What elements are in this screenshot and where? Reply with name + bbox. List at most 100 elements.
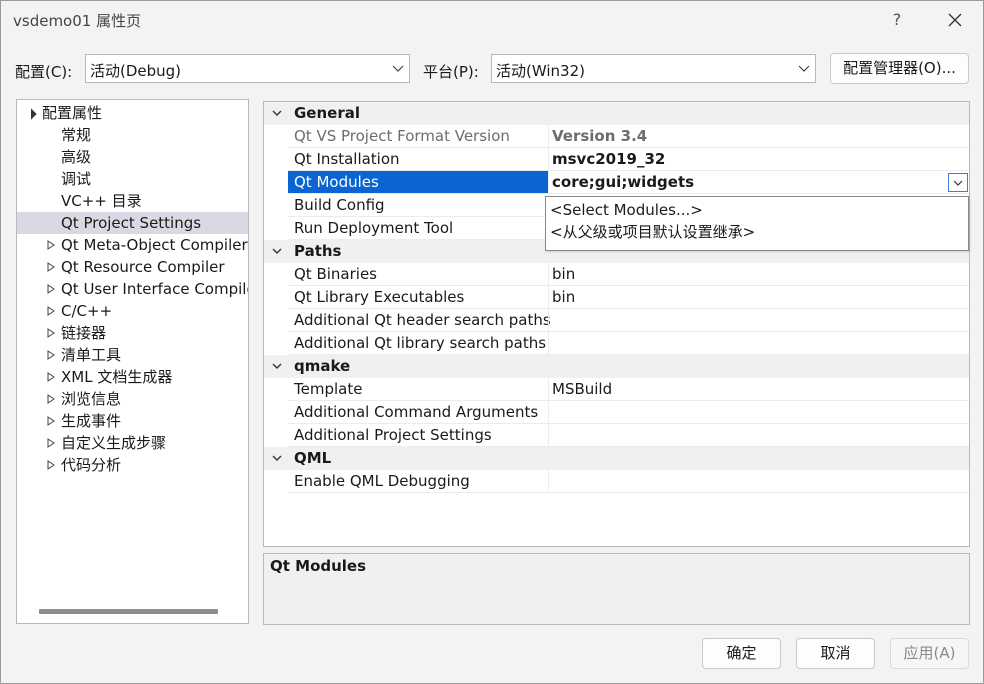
- cancel-button[interactable]: 取消: [796, 638, 875, 669]
- category-name: General: [294, 104, 360, 122]
- tree-item-c-cpp[interactable]: C/C++: [17, 300, 248, 322]
- category-qml[interactable]: QML: [264, 447, 969, 470]
- property-row[interactable]: Qt Installation msvc2019_32: [264, 148, 969, 171]
- tree-item-label: 高级: [61, 148, 92, 166]
- tree-item-qt-moc[interactable]: Qt Meta-Object Compiler: [17, 234, 248, 256]
- window-title: vsdemo01 属性页: [13, 12, 142, 30]
- tree-item-linker[interactable]: 链接器: [17, 322, 248, 344]
- tree-item-label: 自定义生成步骤: [61, 434, 167, 452]
- property-value: [548, 470, 969, 493]
- chevron-down-icon: [272, 110, 282, 116]
- tree-item-label: 清单工具: [61, 346, 122, 364]
- tree-item-qt-rcc[interactable]: Qt Resource Compiler: [17, 256, 248, 278]
- chevron-down-icon: [392, 65, 404, 72]
- property-value: msvc2019_32: [548, 148, 969, 171]
- expanded-triangle-icon: [31, 108, 37, 120]
- tree-item-browse-info[interactable]: 浏览信息: [17, 388, 248, 410]
- property-row[interactable]: Additional Qt library search paths: [264, 332, 969, 355]
- property-value: MSBuild: [548, 378, 969, 401]
- tree-item-code-analysis[interactable]: 代码分析: [17, 454, 248, 476]
- tree-item-label: Qt Project Settings: [61, 214, 202, 232]
- property-row-qt-modules[interactable]: Qt Modules core;gui;widgets: [264, 171, 969, 194]
- tree-item-qt-project-settings[interactable]: Qt Project Settings: [17, 212, 248, 234]
- collapsed-triangle-icon: [47, 394, 55, 404]
- collapsed-triangle-icon: [47, 460, 55, 470]
- tree-item-label: 代码分析: [61, 456, 122, 474]
- tree-item-vc-directories[interactable]: VC++ 目录: [17, 190, 248, 212]
- dropdown-option-inherit[interactable]: <从父级或项目默认设置继承>: [550, 221, 755, 243]
- tree-item-label: 生成事件: [61, 412, 122, 430]
- collapsed-triangle-icon: [47, 284, 55, 294]
- property-row[interactable]: Qt Binaries bin: [264, 263, 969, 286]
- platform-value: 活动(Win32): [496, 62, 585, 80]
- collapsed-triangle-icon: [47, 350, 55, 360]
- tree-item-label: Qt Meta-Object Compiler: [61, 236, 248, 254]
- property-name: Additional Qt library search paths: [288, 332, 548, 355]
- tree-item-configuration-properties[interactable]: 配置属性: [17, 102, 248, 124]
- collapsed-triangle-icon: [47, 306, 55, 316]
- help-button[interactable]: ?: [881, 5, 913, 35]
- tree-item-label: 链接器: [61, 324, 107, 342]
- property-value[interactable]: core;gui;widgets: [548, 171, 969, 194]
- property-row[interactable]: Enable QML Debugging: [264, 470, 969, 493]
- property-row[interactable]: Template MSBuild: [264, 378, 969, 401]
- apply-button[interactable]: 应用(A): [890, 638, 969, 669]
- description-title: Qt Modules: [270, 557, 367, 575]
- configuration-select[interactable]: 活动(Debug): [85, 54, 410, 83]
- property-name: Additional Command Arguments: [288, 401, 548, 424]
- tree-item-general[interactable]: 常规: [17, 124, 248, 146]
- platform-label: 平台(P):: [423, 63, 479, 81]
- platform-select[interactable]: 活动(Win32): [491, 54, 816, 83]
- property-value: bin: [548, 286, 969, 309]
- tree-item-label: 配置属性: [42, 104, 103, 122]
- category-general[interactable]: General: [264, 102, 969, 125]
- tree-item-label: C/C++: [61, 302, 113, 320]
- property-name: Build Config: [288, 194, 548, 217]
- property-row[interactable]: Additional Project Settings: [264, 424, 969, 447]
- dropdown-option-select-modules[interactable]: <Select Modules...>: [550, 199, 703, 221]
- property-tree[interactable]: 配置属性 常规 高级 调试 VC++ 目录 Qt Project Setting…: [16, 99, 249, 624]
- modules-dropdown-list[interactable]: <Select Modules...> <从父级或项目默认设置继承>: [545, 196, 969, 251]
- property-name: Qt Installation: [288, 148, 548, 171]
- tree-item-build-events[interactable]: 生成事件: [17, 410, 248, 432]
- tree-item-debugging[interactable]: 调试: [17, 168, 248, 190]
- chevron-down-icon: [272, 248, 282, 254]
- property-row[interactable]: Qt VS Project Format Version Version 3.4: [264, 125, 969, 148]
- collapsed-triangle-icon: [47, 262, 55, 272]
- collapsed-triangle-icon: [47, 372, 55, 382]
- property-value: [548, 424, 969, 447]
- chevron-down-icon: [953, 180, 963, 186]
- chevron-down-icon: [272, 363, 282, 369]
- property-value: [548, 309, 969, 332]
- close-button[interactable]: [935, 5, 975, 35]
- tree-item-custom-build-step[interactable]: 自定义生成步骤: [17, 432, 248, 454]
- collapsed-triangle-icon: [47, 416, 55, 426]
- tree-item-label: 调试: [61, 170, 92, 188]
- property-name: Qt Modules: [288, 171, 548, 194]
- property-value: bin: [548, 263, 969, 286]
- configuration-manager-button[interactable]: 配置管理器(O)...: [830, 53, 969, 84]
- property-name: Qt Library Executables: [288, 286, 548, 309]
- tree-item-manifest-tool[interactable]: 清单工具: [17, 344, 248, 366]
- category-name: qmake: [294, 357, 351, 375]
- tree-item-xml-doc-generator[interactable]: XML 文档生成器: [17, 366, 248, 388]
- close-icon: [948, 13, 962, 27]
- chevron-down-icon: [798, 65, 810, 72]
- property-row[interactable]: Qt Library Executables bin: [264, 286, 969, 309]
- description-panel: Qt Modules: [263, 553, 970, 625]
- property-name: Run Deployment Tool: [288, 217, 548, 240]
- tree-item-qt-uic[interactable]: Qt User Interface Compiler: [17, 278, 248, 300]
- ok-button[interactable]: 确定: [702, 638, 781, 669]
- dropdown-button[interactable]: [948, 173, 968, 192]
- property-row[interactable]: Additional Qt header search paths: [264, 309, 969, 332]
- property-grid[interactable]: General Qt VS Project Format Version Ver…: [263, 101, 970, 547]
- horizontal-scrollbar[interactable]: [39, 609, 218, 614]
- configuration-value: 活动(Debug): [90, 62, 182, 80]
- tree-item-label: XML 文档生成器: [61, 368, 173, 386]
- property-row[interactable]: Additional Command Arguments: [264, 401, 969, 424]
- property-name: Additional Project Settings: [288, 424, 548, 447]
- property-name: Additional Qt header search paths: [288, 309, 551, 332]
- category-qmake[interactable]: qmake: [264, 355, 969, 378]
- tree-item-advanced[interactable]: 高级: [17, 146, 248, 168]
- tree-item-label: Qt Resource Compiler: [61, 258, 225, 276]
